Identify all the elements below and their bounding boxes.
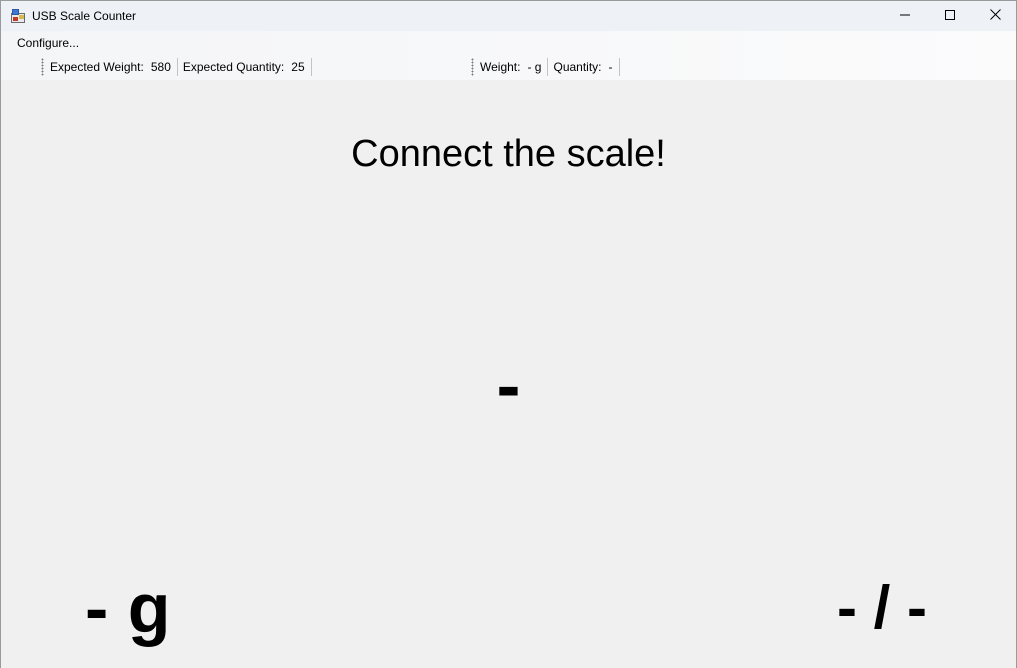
window-title: USB Scale Counter bbox=[32, 9, 137, 23]
toolstrip-grip-icon[interactable] bbox=[41, 57, 44, 76]
menu-configure[interactable]: Configure... bbox=[17, 36, 79, 50]
menu-bar: Configure... bbox=[1, 31, 1016, 53]
scale-app-icon bbox=[11, 9, 25, 23]
live-quantity-value: - bbox=[608, 59, 613, 74]
close-icon bbox=[989, 7, 1001, 25]
minimize-button[interactable] bbox=[882, 1, 928, 31]
toolstrip-grip-icon[interactable] bbox=[471, 57, 474, 76]
live-toolstrip: Weight: - g Quantity: - bbox=[471, 55, 625, 78]
minimize-icon bbox=[900, 7, 910, 25]
center-count-display: - bbox=[496, 346, 521, 426]
main-panel: Connect the scale! - - g - / - bbox=[1, 80, 1016, 668]
expected-weight-item: Expected Weight: 580 bbox=[50, 57, 178, 76]
live-quantity-label: Quantity: bbox=[553, 59, 602, 74]
expected-quantity-value: 25 bbox=[291, 59, 305, 74]
live-weight-label: Weight: bbox=[480, 59, 521, 74]
live-quantity-item: Quantity: - bbox=[553, 57, 620, 76]
expected-toolstrip: Expected Weight: 580 Expected Quantity: … bbox=[41, 55, 317, 78]
expected-weight-label: Expected Weight: bbox=[50, 59, 144, 74]
expected-weight-value: 580 bbox=[150, 59, 171, 74]
weight-display: - g bbox=[85, 569, 171, 647]
live-weight-item: Weight: - g bbox=[480, 57, 549, 76]
maximize-button[interactable] bbox=[927, 1, 973, 31]
app-window: USB Scale Counter Configure... Expected … bbox=[0, 0, 1017, 668]
expected-quantity-label: Expected Quantity: bbox=[182, 59, 285, 74]
status-message: Connect the scale! bbox=[351, 133, 666, 175]
quantity-display: - / - bbox=[837, 574, 927, 641]
title-bar[interactable]: USB Scale Counter bbox=[1, 0, 1016, 31]
close-button[interactable] bbox=[972, 1, 1016, 31]
expected-quantity-item: Expected Quantity: 25 bbox=[182, 57, 312, 76]
maximize-icon bbox=[945, 7, 955, 25]
toolbar-row: Expected Weight: 580 Expected Quantity: … bbox=[1, 53, 1016, 80]
live-weight-value: - g bbox=[527, 59, 542, 74]
